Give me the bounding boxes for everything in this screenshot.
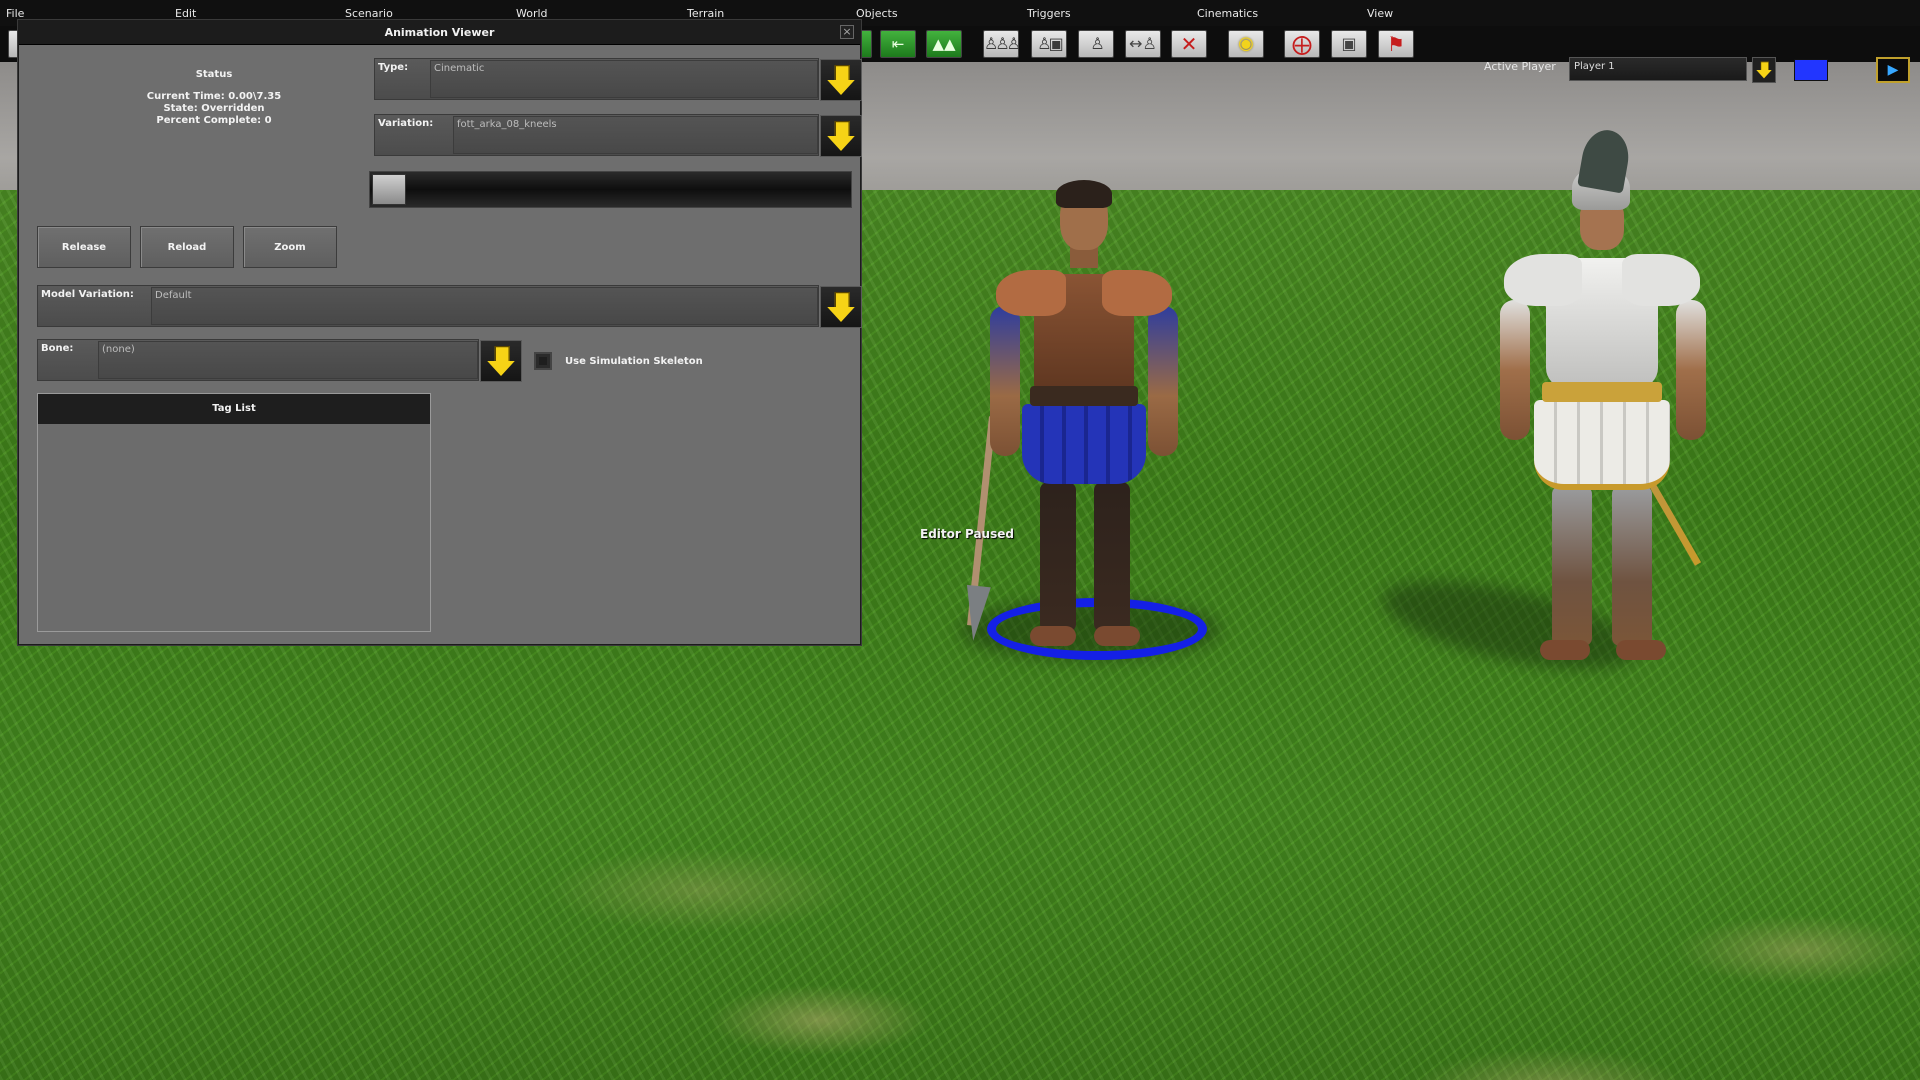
tag-list[interactable]: Tag List	[37, 393, 431, 632]
menu-terrain[interactable]: Terrain	[687, 7, 724, 20]
menu-objects[interactable]: Objects	[856, 7, 898, 20]
variation-input[interactable]: fott_arka_08_kneels	[453, 116, 818, 154]
exit-arrow-icon[interactable]: ⇤	[880, 30, 916, 58]
play-button[interactable]: ▶	[1876, 57, 1910, 83]
reload-button[interactable]: Reload	[140, 226, 234, 268]
status-panel: Status Current Time: 0.00\7.35 State: Ov…	[79, 69, 349, 127]
variation-field: Variation: fott_arka_08_kneels	[374, 114, 819, 156]
tag-list-header: Tag List	[38, 394, 430, 424]
type-input[interactable]: Cinematic	[430, 60, 818, 98]
tag-list-title: Tag List	[212, 403, 256, 414]
model-variation-field: Model Variation: Default	[37, 285, 819, 327]
unit-move-icon[interactable]: ↔♙	[1125, 30, 1161, 58]
bone-label: Bone:	[41, 343, 74, 354]
model-variation-input[interactable]: Default	[151, 287, 818, 325]
unit-delete-icon[interactable]: ✕	[1171, 30, 1207, 58]
model-variation-label: Model Variation:	[41, 289, 134, 300]
editor-paused-label: Editor Paused	[920, 527, 1014, 541]
use-simulation-skeleton-label: Use Simulation Skeleton	[565, 356, 703, 367]
active-player-dropdown-button[interactable]	[1752, 57, 1776, 83]
animation-viewer-window: Animation Viewer × Status Current Time: …	[18, 20, 862, 645]
percent-complete: Percent Complete: 0	[156, 115, 272, 126]
close-icon: ×	[842, 25, 852, 38]
slider-thumb[interactable]	[372, 174, 406, 205]
type-label: Type:	[378, 62, 409, 73]
state-text: State: Overridden	[163, 103, 265, 114]
lightbulb-icon[interactable]: ◉	[1228, 30, 1264, 58]
player-color-swatch[interactable]	[1794, 59, 1828, 81]
bone-field: Bone: (none)	[37, 339, 479, 381]
status-title: Status	[195, 69, 233, 80]
single-unit-icon[interactable]: ♙	[1078, 30, 1114, 58]
unit-armored-hero[interactable]	[1500, 126, 1710, 670]
active-player-select[interactable]: Player 1	[1569, 57, 1747, 81]
chevron-down-icon	[487, 345, 515, 378]
trees-icon[interactable]: ▲▲	[926, 30, 962, 58]
active-player-label: Active Player	[1484, 60, 1556, 73]
unit-flag-icon[interactable]: ⚑	[1378, 30, 1414, 58]
variation-dropdown-button[interactable]	[820, 115, 862, 157]
unit-group-icon[interactable]: ♙♙♙	[983, 30, 1021, 58]
bone-input[interactable]: (none)	[98, 341, 478, 379]
close-button[interactable]: ×	[840, 25, 854, 39]
chevron-down-icon	[1756, 61, 1772, 79]
use-simulation-skeleton-checkbox[interactable]	[534, 352, 552, 370]
window-titlebar[interactable]: Animation Viewer ×	[19, 21, 860, 45]
zoom-button[interactable]: Zoom	[243, 226, 337, 268]
release-button[interactable]: Release	[37, 226, 131, 268]
type-field: Type: Cinematic	[374, 58, 819, 100]
play-icon: ▶	[1887, 62, 1899, 78]
current-time: Current Time: 0.00\7.35	[146, 91, 282, 102]
model-variation-dropdown-button[interactable]	[820, 286, 862, 328]
type-dropdown-button[interactable]	[820, 59, 862, 101]
chevron-down-icon	[827, 120, 855, 153]
menu-triggers[interactable]: Triggers	[1027, 7, 1071, 20]
animation-time-slider[interactable]	[369, 171, 852, 208]
variation-label: Variation:	[378, 118, 434, 129]
menu-scenario[interactable]: Scenario	[345, 7, 393, 20]
camera-icon[interactable]: ▣	[1331, 30, 1367, 58]
menu-view[interactable]: View	[1367, 7, 1393, 20]
bone-dropdown-button[interactable]	[480, 340, 522, 382]
chevron-down-icon	[827, 291, 855, 324]
chevron-down-icon	[827, 64, 855, 97]
menu-cinematics[interactable]: Cinematics	[1197, 7, 1258, 20]
menu-file[interactable]: File	[6, 7, 24, 20]
selected-unit-soldier[interactable]	[961, 180, 1180, 656]
menu-edit[interactable]: Edit	[175, 7, 196, 20]
unit-formation-icon[interactable]: ♙▣	[1031, 30, 1067, 58]
window-title: Animation Viewer	[384, 26, 495, 39]
crosshair-icon[interactable]: ⨁	[1284, 30, 1320, 58]
menu-world[interactable]: World	[516, 7, 548, 20]
